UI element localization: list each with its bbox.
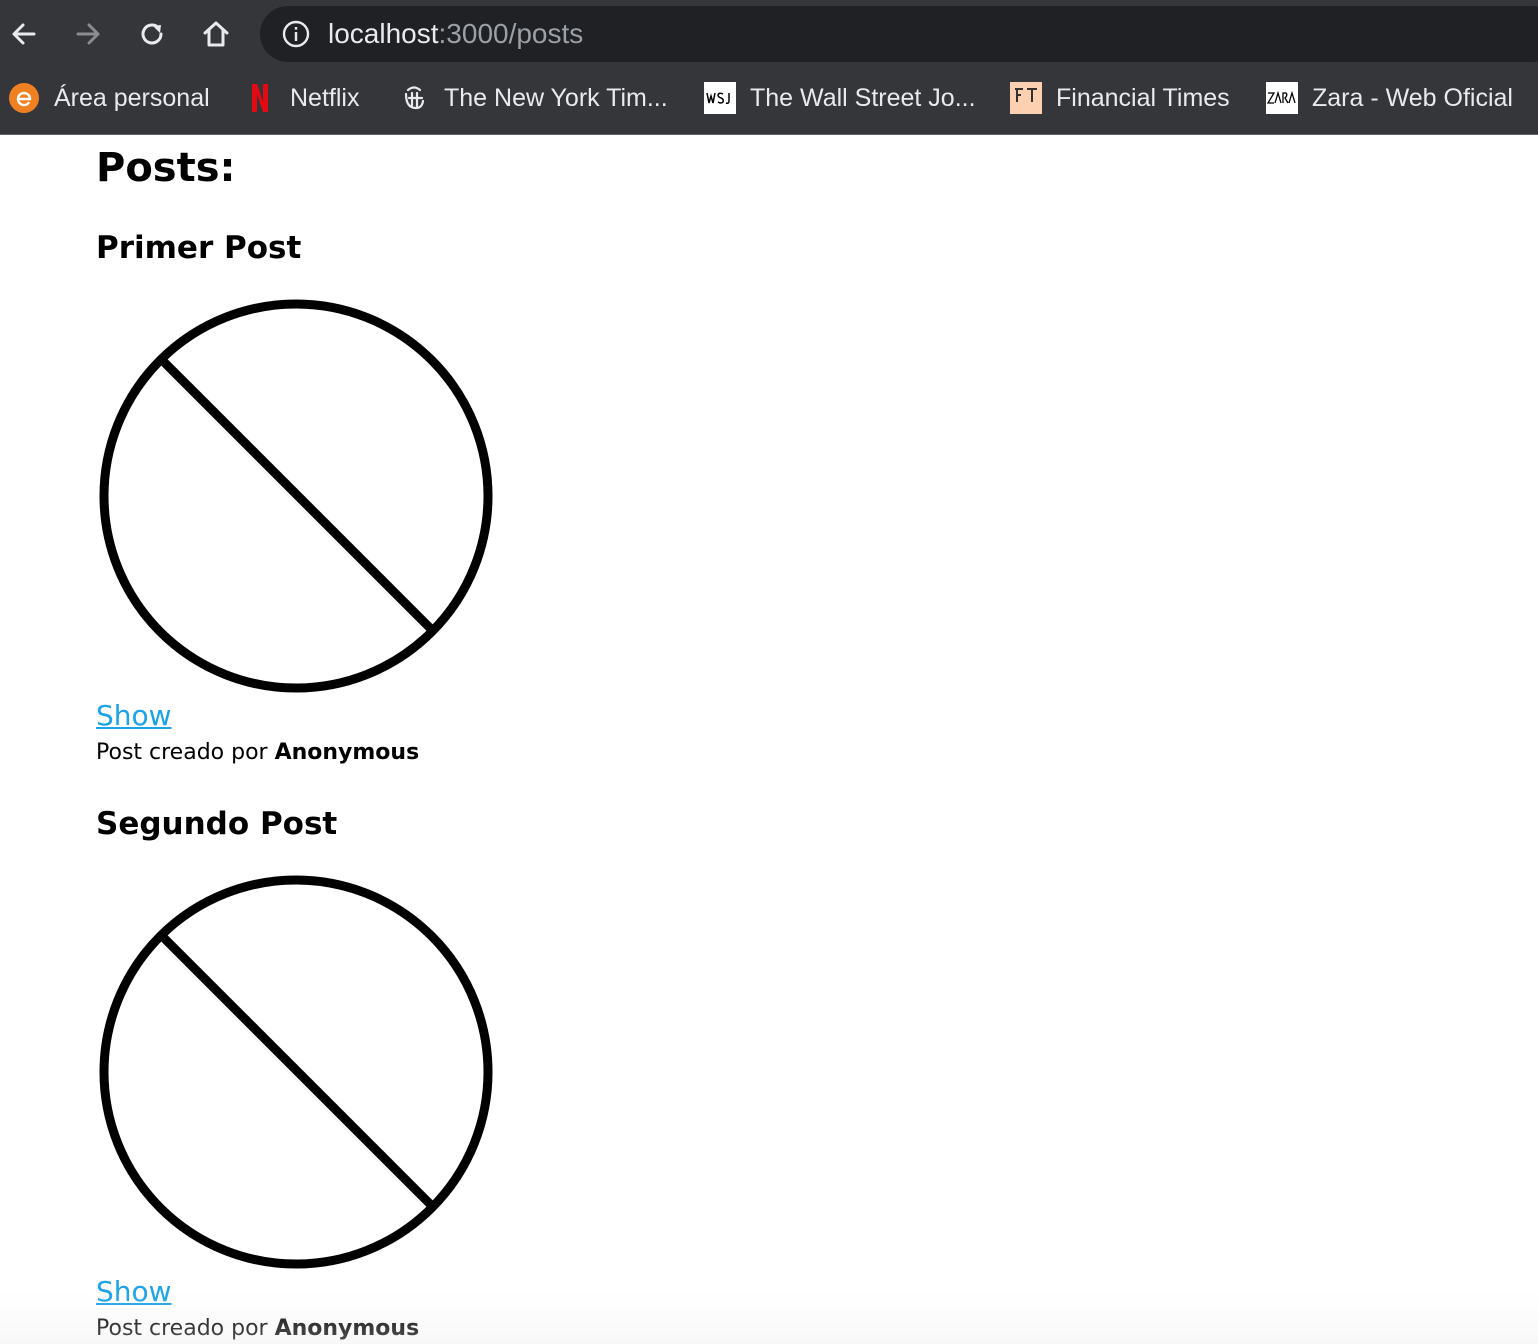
browser-chrome: localhost:3000/posts Área personal Netfl… xyxy=(0,0,1538,135)
wsj-icon xyxy=(704,82,736,114)
zara-icon xyxy=(1266,82,1298,114)
forward-button[interactable] xyxy=(66,12,110,56)
bookmark-label: Zara - Web Oficial xyxy=(1312,83,1513,112)
page-title: Posts: xyxy=(96,145,236,191)
post-title: Segundo Post xyxy=(96,806,338,842)
address-bar[interactable]: localhost:3000/posts xyxy=(260,6,1538,62)
netflix-icon xyxy=(244,82,276,114)
home-button[interactable] xyxy=(194,12,238,56)
navigation-bar: localhost:3000/posts xyxy=(0,0,1538,68)
chrome-divider xyxy=(0,134,1538,135)
bookmark-label: Área personal xyxy=(54,83,210,112)
back-arrow-icon xyxy=(12,23,36,45)
nyt-icon xyxy=(398,82,430,114)
url-path: :3000/posts xyxy=(438,18,584,49)
back-button[interactable] xyxy=(2,12,46,56)
home-icon xyxy=(203,21,229,47)
bookmark-label: Financial Times xyxy=(1056,83,1230,112)
post-author: Anonymous xyxy=(274,740,420,765)
show-post-link[interactable]: Show xyxy=(96,699,172,732)
no-image-placeholder-icon xyxy=(99,299,493,693)
post-author-line: Post creado por Anonymous xyxy=(96,1316,419,1341)
url-text[interactable]: localhost:3000/posts xyxy=(328,18,583,50)
bookmark-netflix[interactable]: Netflix xyxy=(244,80,359,116)
reload-button[interactable] xyxy=(130,12,174,56)
bookmark-zara[interactable]: Zara - Web Oficial xyxy=(1266,80,1513,116)
post-author-line: Post creado por Anonymous xyxy=(96,740,419,765)
bookmark-label: Netflix xyxy=(290,83,360,112)
bookmark-label: The Wall Street Jo... xyxy=(750,83,976,112)
post-author: Anonymous xyxy=(274,1316,420,1341)
forward-arrow-icon xyxy=(76,23,100,45)
e-orange-icon xyxy=(8,82,40,114)
bookmark-wsj[interactable]: The Wall Street Jo... xyxy=(704,80,976,116)
info-icon[interactable] xyxy=(280,18,312,50)
ft-icon xyxy=(1010,82,1042,114)
post-meta-prefix: Post creado por xyxy=(96,740,275,765)
bookmark-nyt[interactable]: The New York Tim... xyxy=(398,80,668,116)
show-post-link[interactable]: Show xyxy=(96,1275,172,1308)
no-image-placeholder-icon xyxy=(99,875,493,1269)
url-host: localhost xyxy=(328,18,439,49)
post-meta-prefix: Post creado por xyxy=(96,1316,275,1341)
bookmarks-bar: Área personal Netflix The New York Tim..… xyxy=(0,68,1538,134)
bookmark-financial-times[interactable]: Financial Times xyxy=(1010,80,1230,116)
reload-icon xyxy=(141,23,163,45)
post-title: Primer Post xyxy=(96,230,302,266)
bookmark-area-personal[interactable]: Área personal xyxy=(8,80,210,116)
bookmark-label: The New York Tim... xyxy=(444,83,668,112)
